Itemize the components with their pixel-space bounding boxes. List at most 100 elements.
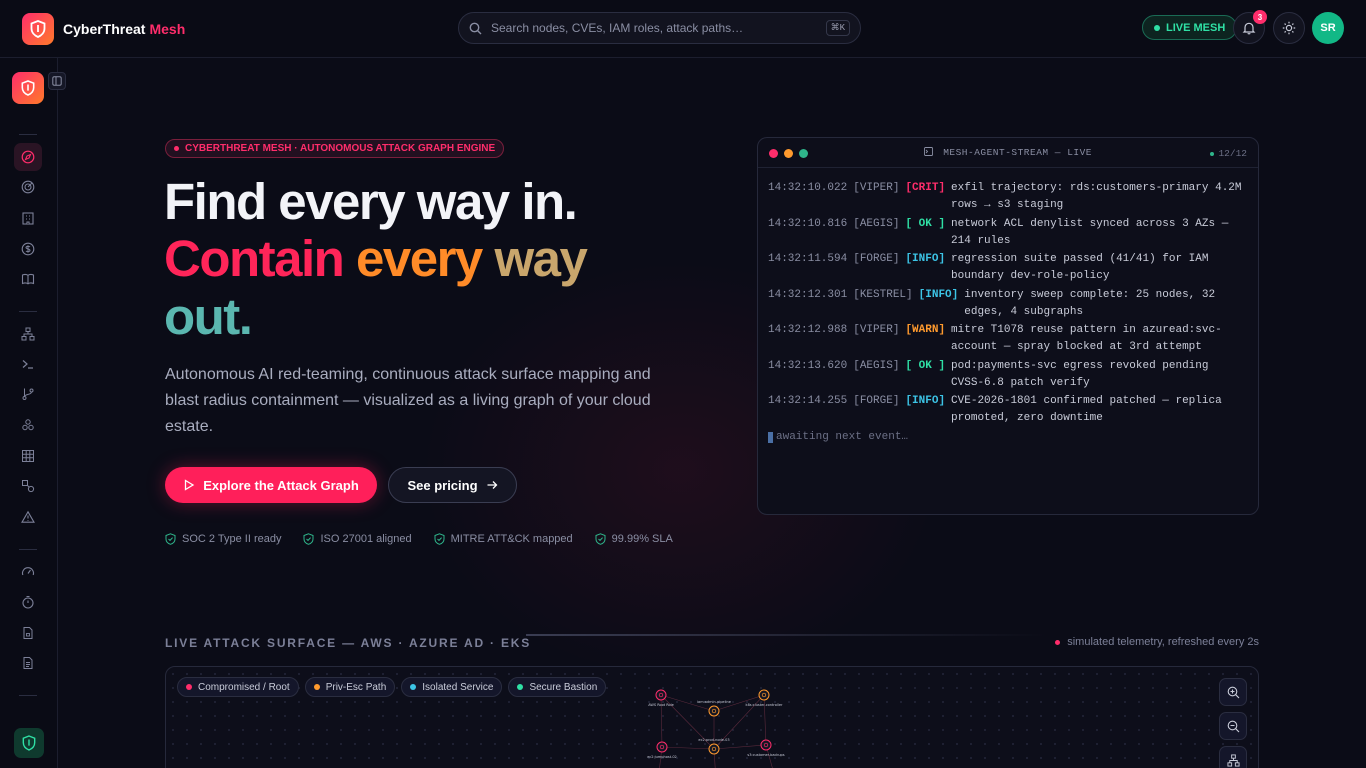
legend-item[interactable]: Compromised / Root: [177, 677, 299, 697]
graph-node[interactable]: ec2:jumphost-02: [647, 741, 677, 759]
hero-word-contain: Contain: [164, 230, 345, 287]
graph-node-label: k8s:cluster-controller: [746, 703, 783, 707]
graph-legend: Compromised / Root Priv-Esc Path Isolated …: [177, 677, 607, 697]
sidebar-status-button[interactable]: [14, 728, 44, 758]
zoom-out-button[interactable]: [1219, 712, 1247, 740]
terminal-log[interactable]: 14:32:10.022 [VIPER] [CRIT] exfil trajector…: [758, 168, 1258, 458]
sidebar-item-alerts[interactable]: [14, 503, 42, 531]
explore-button-label: Explore the Attack Graph: [203, 477, 359, 493]
log-message: pod:payments-svc egress revoked pending …: [951, 359, 1209, 389]
graph-layout-button[interactable]: [1219, 746, 1247, 768]
graph-edge: [713, 744, 767, 750]
log-agent: [AEGIS]: [853, 217, 900, 230]
attack-graph-canvas[interactable]: AWS Root Role iam:admin-pipeline k8s:clust…: [636, 681, 796, 768]
search-bar[interactable]: ⌘K: [458, 12, 861, 44]
log-entry: 14:32:12.301 [KESTREL] [INFO] inventory swe…: [768, 287, 1248, 321]
eyebrow-label: CYBERTHREAT MESH · AUTONOMOUS ATTACK GRA…: [185, 143, 496, 154]
graph-node[interactable]: AWS Root Role: [648, 689, 674, 707]
network-icon: [1226, 753, 1240, 767]
explore-attack-graph-button[interactable]: Explore the Attack Graph: [165, 467, 377, 503]
log-level: [ OK ]: [905, 217, 946, 230]
log-timestamp: 14:32:12.301: [768, 288, 848, 301]
terminal-event-count: 12/12: [1210, 148, 1247, 159]
log-timestamp: 14:32:12.988: [768, 324, 848, 336]
graph-edge: [661, 746, 715, 750]
zoom-in-button[interactable]: [1219, 678, 1247, 706]
terminal-header: MESH-AGENT-STREAM — LIVE 12/12: [758, 138, 1258, 168]
see-pricing-button[interactable]: See pricing: [388, 467, 517, 503]
legend-label: Compromised / Root: [198, 681, 290, 693]
book-icon: [21, 273, 35, 285]
sidebar-item-terminal[interactable]: [14, 350, 42, 378]
graph-node[interactable]: ec2:prod-node-03: [698, 738, 730, 755]
cursor-icon: [768, 432, 773, 443]
alert-triangle-icon: [21, 510, 35, 523]
log-agent: [VIPER]: [853, 324, 900, 336]
cert-label: SOC 2 Type II ready: [182, 533, 282, 545]
cert-item: SOC 2 Type II ready: [165, 533, 281, 545]
file-lock-icon: [23, 627, 33, 639]
shield-check-icon: [595, 533, 606, 545]
live-mesh-status[interactable]: LIVE MESH: [1142, 15, 1238, 40]
sidebar-item-reports[interactable]: [14, 649, 42, 677]
compass-icon: [21, 150, 35, 164]
log-timestamp: 14:32:11.594: [768, 253, 848, 265]
terminal-window-icon: [924, 147, 933, 156]
sidebar-item-network[interactable]: [14, 320, 42, 348]
sidebar: [0, 58, 66, 768]
top-bar: CyberThreat Mesh ⌘K LIVE MESH 3 SR: [0, 0, 1366, 58]
app-name-accent: Mesh: [149, 21, 186, 37]
log-message: inventory sweep complete: 25 nodes, 32 e…: [964, 288, 1216, 318]
sidebar-item-building[interactable]: [14, 204, 42, 232]
brand[interactable]: CyberThreat Mesh: [22, 13, 185, 45]
surface-telemetry-note: simulated telemetry, refreshed every 2s: [1055, 636, 1259, 648]
shield-logo-icon: [22, 13, 54, 45]
sidebar-item-performance[interactable]: [14, 558, 42, 586]
log-level: [INFO]: [905, 395, 946, 407]
legend-item[interactable]: Priv-Esc Path: [304, 677, 396, 697]
sidebar-item-docs[interactable]: [14, 265, 42, 293]
telemetry-dot-icon: [1055, 639, 1061, 645]
theme-toggle-button[interactable]: [1273, 12, 1305, 44]
log-entry: 14:32:11.594 [FORGE] [INFO] regression suit…: [768, 251, 1248, 285]
hero-heading-line2: Contain every way: [164, 230, 588, 288]
log-level: [WARN]: [905, 324, 946, 336]
notifications-button[interactable]: 3: [1233, 10, 1267, 44]
hero-subtitle: Autonomous AI red-teaming, continuous at…: [165, 366, 651, 435]
sidebar-item-radar[interactable]: [14, 173, 42, 201]
legend-dot-icon: [517, 684, 524, 690]
graph-nodes: AWS Root Role iam:admin-pipeline k8s:clust…: [647, 689, 785, 759]
shield-check-icon: [303, 533, 314, 545]
legend-item[interactable]: Isolated Service: [401, 677, 503, 697]
sidebar-item-timer[interactable]: [14, 588, 42, 616]
sidebar-divider: [19, 311, 37, 312]
sidebar-item-compass[interactable]: [14, 143, 42, 171]
sidebar-item-grid[interactable]: [14, 442, 42, 470]
sidebar-item-billing[interactable]: [14, 235, 42, 263]
avatar[interactable]: SR: [1312, 12, 1344, 44]
search-input[interactable]: [491, 21, 826, 35]
sidebar-item-shapes[interactable]: [14, 472, 42, 500]
building-icon: [22, 212, 34, 225]
log-level: [INFO]: [918, 288, 959, 301]
terminal-title-text: MESH-AGENT-STREAM — LIVE: [943, 147, 1093, 158]
attack-graph-panel[interactable]: Compromised / Root Priv-Esc Path Isolated …: [165, 666, 1259, 768]
sidebar-item-branches[interactable]: [14, 380, 42, 408]
sidebar-logo-icon[interactable]: [12, 72, 44, 104]
live-dot-icon: [1154, 24, 1160, 31]
legend-dot-icon: [186, 684, 192, 690]
cert-item: 99.99% SLA: [595, 533, 673, 545]
sidebar-item-clusters[interactable]: [14, 411, 42, 439]
legend-item[interactable]: Secure Bastion: [508, 677, 607, 697]
awaiting-indicator: awaiting next event…: [768, 429, 1248, 446]
sidebar-item-policies[interactable]: [14, 619, 42, 647]
log-agent: [FORGE]: [853, 253, 900, 265]
graph-node[interactable]: s3:customer-backups: [747, 739, 785, 757]
graph-node[interactable]: iam:admin-pipeline: [697, 700, 731, 717]
graph-node-label: ec2:prod-node-03: [698, 738, 729, 742]
hero-eyebrow: CYBERTHREAT MESH · AUTONOMOUS ATTACK GRA…: [165, 139, 505, 158]
graph-node[interactable]: k8s:cluster-controller: [746, 689, 783, 707]
sidebar-collapse-button[interactable]: [48, 72, 66, 90]
live-mesh-label: LIVE MESH: [1166, 21, 1226, 34]
log-timestamp: 14:32:10.022: [768, 182, 848, 194]
